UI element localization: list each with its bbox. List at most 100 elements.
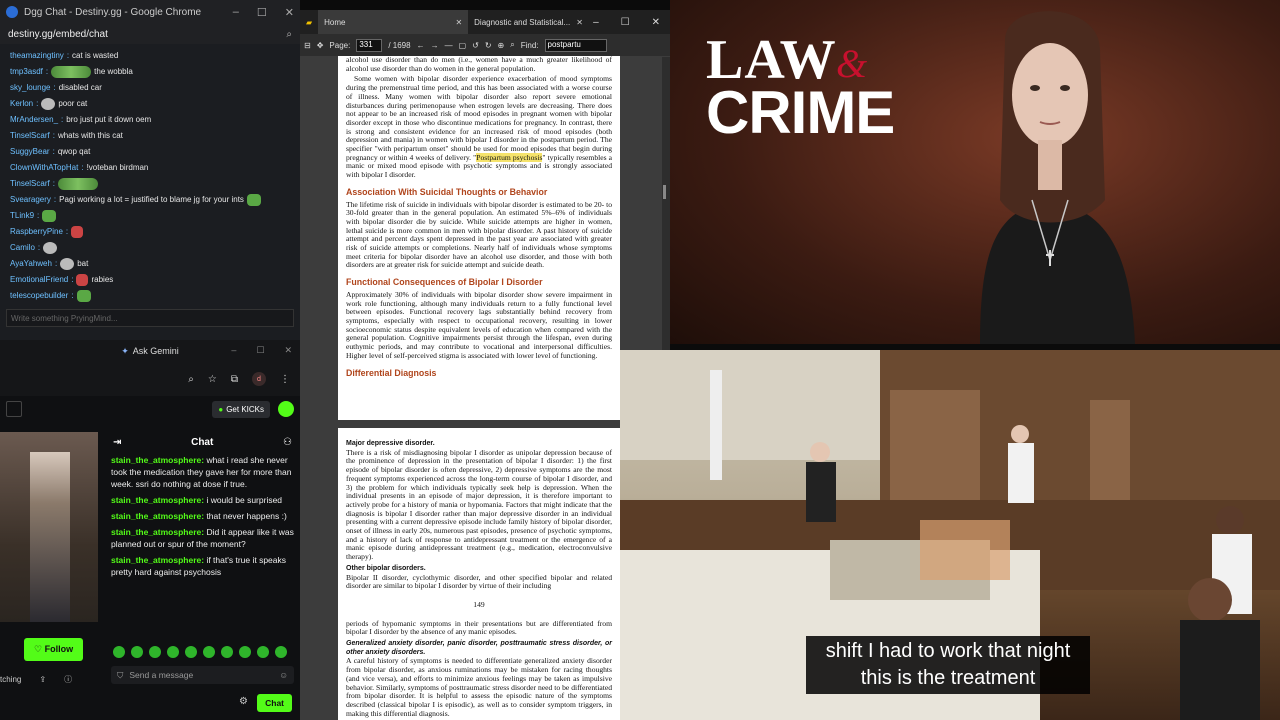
chat-username[interactable]: SuggyBear — [10, 144, 50, 160]
zoom-icon[interactable]: ⊕ — [498, 41, 505, 50]
chat-text: rabies — [91, 275, 114, 284]
ask-gemini-button[interactable]: Ask Gemini — [133, 346, 179, 356]
chat-username[interactable]: Kerlon — [10, 96, 33, 112]
address-bar[interactable]: destiny.gg/embed/chat ⌕ — [0, 24, 300, 44]
chat-username[interactable]: theamazingtiny — [10, 48, 64, 64]
chat-username[interactable]: telescopebuilder — [10, 288, 68, 304]
kick-username[interactable]: stain_the_atmosphere: — [111, 527, 204, 537]
gear-icon[interactable]: ⚙ — [239, 696, 248, 707]
sidebar-icon[interactable]: ⊟ — [304, 41, 311, 50]
maximize-icon[interactable]: ☐ — [257, 6, 267, 19]
zoom-icon[interactable]: ⌕ — [188, 374, 194, 385]
paragraph: Approximately 30% of individuals with bi… — [346, 289, 612, 360]
rotate-left-icon[interactable]: ↺ — [472, 41, 479, 50]
chat-text: disabled car — [58, 83, 102, 92]
pdf-scroll-thumb[interactable] — [663, 185, 666, 199]
minimize-icon[interactable]: – — [593, 17, 599, 28]
kick-username[interactable]: stain_the_atmosphere: — [111, 455, 204, 465]
chat-username[interactable]: Svearagery — [10, 192, 51, 208]
emoji-icon[interactable]: ☺ — [279, 670, 288, 680]
get-kicks-button[interactable]: ● Get KICKs — [212, 400, 270, 418]
send-message-input[interactable]: ⛉ Send a message ☺ — [111, 666, 294, 684]
title-bar: Dgg Chat - Destiny.gg - Google Chrome – … — [0, 0, 300, 24]
chat-username[interactable]: tmp3asdf — [10, 64, 43, 80]
follow-button[interactable]: ♡ Follow — [24, 638, 84, 661]
tab-document[interactable]: Diagnostic and Statistical... ✕ — [468, 10, 589, 34]
chat-username[interactable]: AyaYahweh — [10, 256, 52, 272]
chat-username[interactable]: TLink9 — [10, 208, 34, 224]
courtroom-video[interactable]: shift I had to work that night this is t… — [620, 350, 1280, 720]
search-icon[interactable]: ⌕ — [510, 40, 514, 50]
emote-icon[interactable] — [149, 646, 161, 658]
app-icon: ▰ — [306, 17, 313, 27]
chat-users-icon[interactable]: ⚇ — [283, 437, 292, 448]
minimize-icon[interactable]: – — [231, 345, 236, 356]
emote-icon[interactable] — [203, 646, 215, 658]
emote-icon — [43, 242, 58, 254]
emote-icon[interactable] — [257, 646, 269, 658]
law-crime-video[interactable]: LAW & CRIME — [670, 0, 1280, 344]
emote-icon — [60, 258, 75, 270]
bookmark-star-icon[interactable]: ☆ — [208, 374, 217, 385]
chat-username[interactable]: RaspberryPine — [10, 224, 63, 240]
tab-home[interactable]: Home ✕ — [318, 10, 469, 34]
chat-colon: : — [52, 131, 55, 140]
prev-page-icon[interactable]: ← — [417, 41, 425, 50]
close-icon[interactable]: ✕ — [652, 17, 660, 28]
user-avatar[interactable] — [278, 401, 294, 417]
emote-icon[interactable] — [167, 646, 179, 658]
fit-page-icon[interactable]: ▢ — [459, 41, 467, 50]
zoom-out-icon[interactable]: — — [445, 41, 453, 50]
chat-username[interactable]: MrAndersen_ — [10, 112, 58, 128]
menu-dots-icon[interactable]: ⋮ — [280, 374, 290, 385]
next-page-icon[interactable]: → — [431, 41, 439, 50]
emote-icon[interactable] — [239, 646, 251, 658]
subtitle-line: shift I had to work that night — [825, 640, 1071, 662]
extensions-icon[interactable]: ⧉ — [231, 374, 238, 385]
minimize-icon[interactable]: – — [233, 6, 239, 19]
find-input[interactable]: postpartu — [544, 38, 607, 52]
section-heading: Functional Consequences of Bipolar I Dis… — [346, 277, 543, 288]
maximize-icon[interactable]: ☐ — [256, 345, 264, 356]
info-icon[interactable]: ⓘ — [64, 674, 72, 685]
sidebar-toggle[interactable] — [6, 401, 22, 417]
section-heading: Differential Diagnosis — [346, 367, 437, 378]
chat-username[interactable]: TinselScarf — [10, 176, 50, 192]
maximize-icon[interactable]: ☐ — [621, 17, 630, 28]
kick-username[interactable]: stain_the_atmosphere: — [111, 511, 204, 521]
emote-icon[interactable] — [131, 646, 143, 658]
close-tab-icon[interactable]: ✕ — [576, 18, 583, 27]
rotate-right-icon[interactable]: ↻ — [485, 41, 492, 50]
chat-colon: : — [65, 227, 69, 236]
chat-input[interactable]: Write something PryingMind... — [6, 309, 294, 327]
chat-message: EmotionalFriend: rabies — [10, 272, 290, 288]
emote-icon[interactable] — [275, 646, 287, 658]
kick-chat-message: stain_the_atmosphere: that never happens… — [105, 508, 300, 524]
stream-video-thumbnail[interactable] — [0, 432, 98, 622]
chat-username[interactable]: TinselScarf — [10, 128, 50, 144]
chat-username[interactable]: sky_lounge — [10, 80, 50, 96]
chat-send-button[interactable]: Chat — [257, 694, 292, 712]
chat-username[interactable]: Camilo — [10, 240, 35, 256]
page-number-input[interactable]: 331 — [356, 38, 383, 52]
emote-icon[interactable] — [221, 646, 233, 658]
profile-avatar[interactable]: d — [252, 372, 266, 386]
chat-colon: : — [45, 67, 49, 76]
chat-username[interactable]: EmotionalFriend — [10, 272, 68, 288]
search-icon[interactable]: ⌕ — [286, 29, 292, 40]
emote-icon[interactable] — [185, 646, 197, 658]
collapse-chat-icon[interactable]: ⇥ — [113, 437, 121, 448]
logo-crime: CRIME — [706, 79, 895, 146]
chat-title: Chat — [191, 436, 214, 448]
close-tab-icon[interactable]: ✕ — [455, 18, 462, 27]
kick-username[interactable]: stain_the_atmosphere: — [111, 555, 204, 565]
chat-colon: : — [81, 163, 84, 172]
chat-username[interactable]: ClownWithATopHat — [10, 160, 78, 176]
pdf-toolbar: ⊟ ✥ Page: 331 / 1698 ← → — ▢ ↺ ↻ ⊕ ⌕ Fin… — [300, 34, 670, 56]
close-icon[interactable]: ✕ — [284, 345, 292, 356]
kick-username[interactable]: stain_the_atmosphere: — [111, 495, 204, 505]
emote-icon[interactable] — [113, 646, 125, 658]
hand-tool-icon[interactable]: ✥ — [317, 41, 324, 50]
close-icon[interactable]: ✕ — [285, 6, 294, 19]
share-icon[interactable]: ⇪ — [39, 675, 46, 684]
